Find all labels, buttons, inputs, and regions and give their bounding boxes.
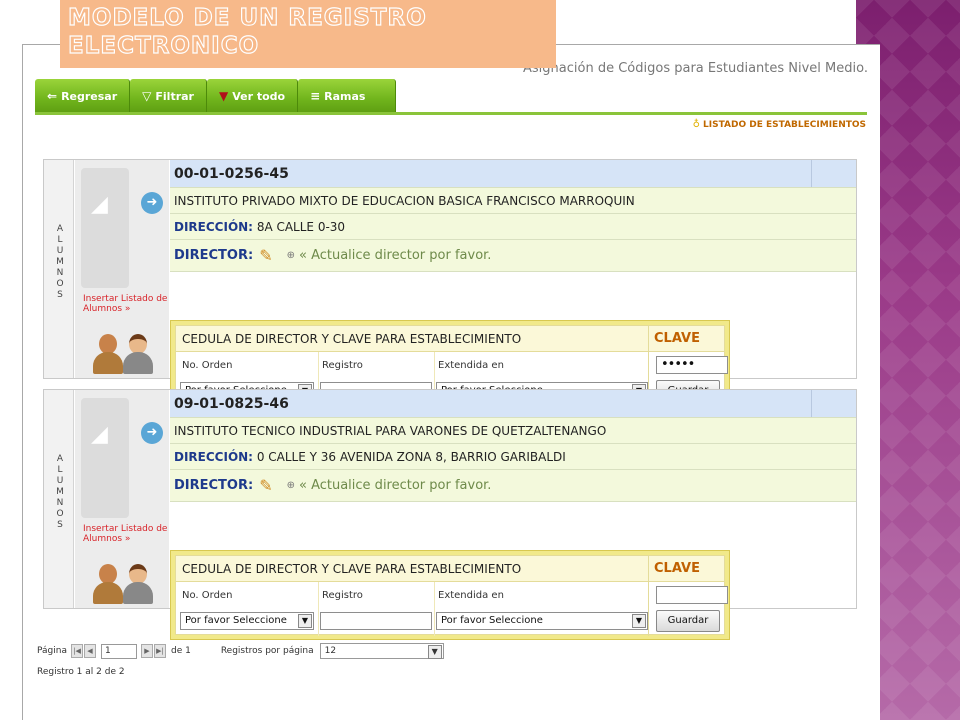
chevron-down-icon: ▼	[298, 614, 312, 628]
clave-password-input[interactable]: •••••	[656, 356, 728, 374]
record-director: DIRECTOR: ✎ ⊕ « Actualice director por f…	[170, 470, 856, 502]
order-number-header: No. Orden	[182, 360, 233, 371]
slide-title-line-1: MODELO DE UN REGISTRO	[67, 4, 427, 31]
clave-password-input[interactable]	[656, 586, 728, 604]
slide-title-line-2: ELECTRONICO	[67, 32, 260, 59]
record-count-info: Registro 1 al 2 de 2	[37, 667, 125, 677]
update-director-link[interactable]: « Actualice director por favor.	[299, 248, 491, 263]
issued-in-select-value: Por favor Seleccione	[441, 615, 543, 626]
chevron-down-icon: ▼	[632, 614, 646, 628]
registry-header: Registro	[322, 360, 363, 371]
order-number-select[interactable]: Por favor Seleccione ▼	[180, 612, 314, 630]
toolbar: ⇐ Regresar ▽ Filtrar ▼ Ver todo ≡ Ramas	[35, 79, 397, 113]
update-director-link[interactable]: « Actualice director por favor.	[299, 478, 491, 493]
circle-icon: ⊕	[286, 480, 295, 491]
list-icon: ≡	[310, 89, 321, 103]
save-button[interactable]: Guardar	[656, 610, 720, 632]
address-label: DIRECCIÓN:	[174, 449, 253, 464]
record-details: 09-01-0825-46 INSTITUTO TECNICO INDUSTRI…	[170, 390, 856, 502]
record-details: 00-01-0256-45 INSTITUTO PRIVADO MIXTO DE…	[170, 160, 856, 272]
record-side-bar: A L U M N O S	[44, 160, 74, 378]
first-page-icon[interactable]: |◀	[70, 644, 83, 658]
record-name: INSTITUTO TECNICO INDUSTRIAL PARA VARONE…	[170, 418, 856, 444]
arrow-left-icon: ⇐	[47, 89, 58, 103]
clave-label: CLAVE	[654, 561, 700, 576]
address-value: 8A CALLE 0-30	[256, 219, 346, 234]
last-page-icon[interactable]: ▶|	[153, 644, 166, 658]
per-page-label: Registros por página	[220, 646, 314, 656]
order-number-header: No. Orden	[182, 590, 233, 601]
page-caption: Asignación de Códigos para Estudiantes N…	[523, 61, 868, 76]
director-key-title: CEDULA DE DIRECTOR Y CLAVE PARA ESTABLEC…	[182, 562, 522, 576]
funnel-icon: ▽	[142, 89, 152, 103]
record-side-bar: A L U M N O S	[44, 390, 74, 608]
record-code: 09-01-0825-46	[170, 390, 856, 418]
filter-button[interactable]: ▽ Filtrar	[130, 79, 207, 113]
card-background	[81, 398, 129, 518]
registry-header: Registro	[322, 590, 363, 601]
back-button[interactable]: ⇐ Regresar	[35, 79, 131, 113]
record-card-area: ◢ ➜ Insertar Listado de Alumnos »	[75, 390, 169, 608]
per-page-value: 12	[324, 646, 337, 656]
people-icon	[93, 328, 163, 374]
listado-heading: ♁ LISTADO DE ESTABLECIMIENTOS	[693, 119, 866, 130]
pagination: Página |◀ ◀ 1 ▶ ▶| de 1 Registros por pá…	[37, 641, 444, 661]
record-panel: A L U M N O S ◢ ➜ Insertar Listado de Al…	[43, 159, 857, 410]
record-address: DIRECCIÓN: 8A CALLE 0-30	[170, 214, 856, 240]
issued-in-header: Extendida en	[438, 360, 504, 371]
page-total: de 1	[170, 646, 191, 656]
alumnos-vertical-label: A L U M N O S	[56, 224, 64, 300]
director-key-header: CEDULA DE DIRECTOR Y CLAVE PARA ESTABLEC…	[176, 326, 724, 352]
view-all-button-label: Ver todo	[232, 89, 286, 103]
people-icon	[93, 558, 163, 604]
slide-title: MODELO DE UN REGISTRO ELECTRONICO	[60, 0, 556, 68]
pencil-icon[interactable]: ✎	[259, 246, 272, 265]
record-address: DIRECCIÓN: 0 CALLE Y 36 AVENIDA ZONA 8, …	[170, 444, 856, 470]
director-key-box: CEDULA DE DIRECTOR Y CLAVE PARA ESTABLEC…	[170, 550, 730, 640]
insert-student-list-link[interactable]: Insertar Listado de Alumnos »	[83, 524, 169, 544]
per-page-select[interactable]: 12 ▼	[319, 643, 444, 659]
address-label: DIRECCIÓN:	[174, 219, 253, 234]
pencil-icon[interactable]: ✎	[259, 476, 272, 495]
listado-label: LISTADO DE ESTABLECIMIENTOS	[703, 120, 866, 130]
director-label: DIRECTOR:	[174, 478, 254, 493]
next-page-icon[interactable]: ▶	[140, 644, 153, 658]
record-name: INSTITUTO PRIVADO MIXTO DE EDUCACION BAS…	[170, 188, 856, 214]
app-screenshot: Asignación de Códigos para Estudiantes N…	[22, 44, 880, 720]
branches-button[interactable]: ≡ Ramas	[298, 79, 397, 113]
record-panel: A L U M N O S ◢ ➜ Insertar Listado de Al…	[43, 389, 857, 640]
record-card-area: ◢ ➜ Insertar Listado de Alumnos »	[75, 160, 169, 378]
view-all-button[interactable]: ▼ Ver todo	[206, 79, 299, 113]
registry-input[interactable]	[320, 612, 432, 630]
arrow-right-icon[interactable]: ➜	[141, 422, 163, 444]
filter-button-label: Filtrar	[155, 89, 194, 103]
toolbar-underline	[35, 112, 867, 115]
arrow-right-icon[interactable]: ➜	[141, 192, 163, 214]
issued-in-select[interactable]: Por favor Seleccione ▼	[436, 612, 648, 630]
issued-in-header: Extendida en	[438, 590, 504, 601]
funnel-x-icon: ▼	[218, 89, 229, 103]
prev-page-icon[interactable]: ◀	[83, 644, 96, 658]
director-label: DIRECTOR:	[174, 248, 254, 263]
order-number-select-value: Por favor Seleccione	[185, 615, 287, 626]
chevron-down-icon: ▼	[427, 645, 442, 659]
page-label: Página	[37, 646, 67, 656]
back-button-label: Regresar	[61, 89, 118, 103]
lightbulb-icon: ♁	[692, 119, 700, 130]
branches-button-label: Ramas	[324, 89, 366, 103]
record-code: 00-01-0256-45	[170, 160, 856, 188]
card-background	[81, 168, 129, 288]
alumnos-vertical-label: A L U M N O S	[56, 454, 64, 530]
director-key-header: CEDULA DE DIRECTOR Y CLAVE PARA ESTABLEC…	[176, 556, 724, 582]
record-director: DIRECTOR: ✎ ⊕ « Actualice director por f…	[170, 240, 856, 272]
page-number-input[interactable]: 1	[100, 643, 137, 659]
address-value: 0 CALLE Y 36 AVENIDA ZONA 8, BARRIO GARI…	[256, 449, 566, 464]
clave-label: CLAVE	[654, 331, 700, 346]
director-key-title: CEDULA DE DIRECTOR Y CLAVE PARA ESTABLEC…	[182, 332, 522, 346]
paper-icon: ◢	[91, 422, 108, 447]
paper-icon: ◢	[91, 192, 108, 217]
circle-icon: ⊕	[286, 250, 295, 261]
insert-student-list-link[interactable]: Insertar Listado de Alumnos »	[83, 294, 169, 314]
